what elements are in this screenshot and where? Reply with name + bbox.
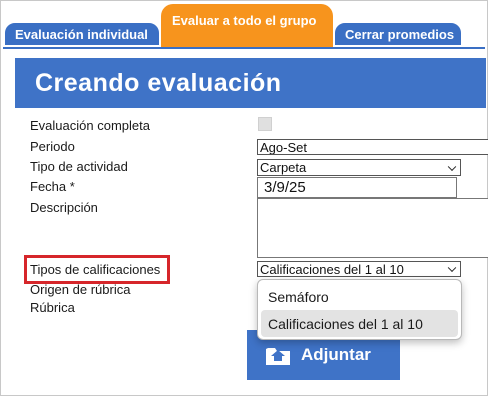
chevron-down-icon <box>447 263 457 273</box>
tab-label: Cerrar promedios <box>345 26 455 42</box>
completa-checkbox[interactable] <box>258 117 272 131</box>
completa-label: Evaluación completa <box>30 118 150 133</box>
tab-evaluacion-individual[interactable]: Evaluación individual <box>3 21 161 47</box>
tab-label: Evaluación individual <box>15 26 148 42</box>
adjuntar-label: Adjuntar <box>301 345 371 364</box>
descripcion-label: Descripción <box>30 200 98 215</box>
dropdown-option-selected[interactable]: Calificaciones del 1 al 10 <box>261 310 458 337</box>
actividad-select[interactable]: Carpeta <box>257 159 461 176</box>
rubrica-label: Rúbrica <box>30 300 75 315</box>
tab-underline <box>3 47 485 49</box>
tipos-value: Calificaciones del 1 al 10 <box>260 261 404 277</box>
page-title: Creando evaluación <box>15 58 486 108</box>
descripcion-textarea[interactable] <box>257 198 488 258</box>
dropdown-option[interactable]: Semáforo <box>261 283 458 310</box>
upload-folder-icon <box>266 348 290 365</box>
periodo-value: Ago-Set <box>260 139 307 155</box>
fecha-input[interactable]: 3/9/25 <box>257 177 457 198</box>
tab-evaluar-grupo[interactable]: Evaluar a todo el grupo <box>161 4 333 47</box>
tipos-dropdown-list[interactable]: Semáforo Calificaciones del 1 al 10 <box>257 279 462 340</box>
periodo-select[interactable]: Ago-Set <box>257 139 488 155</box>
option-label: Calificaciones del 1 al 10 <box>268 315 423 332</box>
tipos-select[interactable]: Calificaciones del 1 al 10 <box>257 261 461 277</box>
actividad-label: Tipo de actividad <box>30 159 128 174</box>
fecha-value: 3/9/25 <box>264 179 306 196</box>
chevron-down-icon <box>447 162 457 171</box>
tab-cerrar-promedios[interactable]: Cerrar promedios <box>333 21 463 47</box>
origen-label: Origen de rúbrica <box>30 282 131 297</box>
option-label: Semáforo <box>268 288 329 305</box>
actividad-value: Carpeta <box>260 160 307 175</box>
highlight-box <box>24 255 170 284</box>
tab-label: Evaluar a todo el grupo <box>172 13 317 28</box>
fecha-label: Fecha * <box>30 179 75 194</box>
periodo-label: Periodo <box>30 139 75 154</box>
